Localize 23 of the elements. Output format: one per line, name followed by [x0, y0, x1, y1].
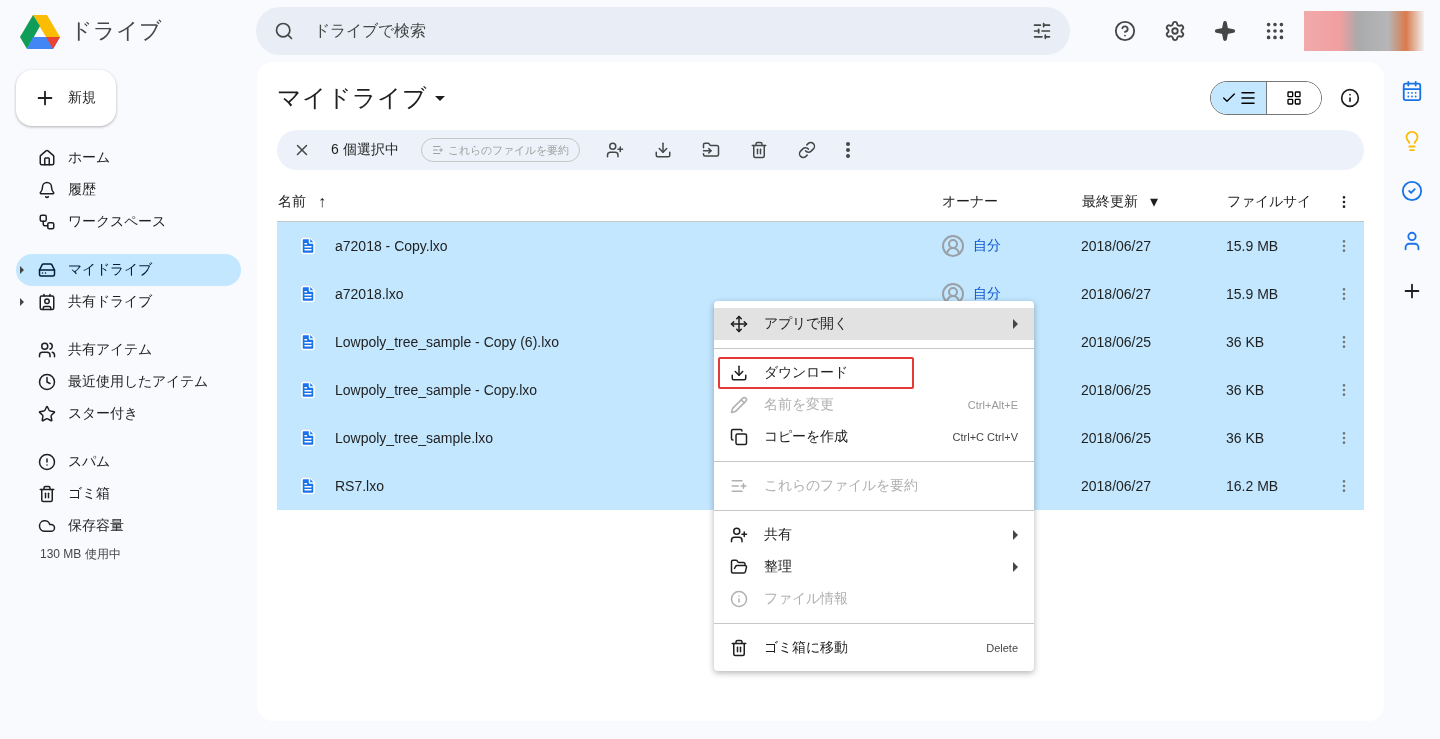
file-size: 36 KB	[1226, 381, 1266, 398]
modified-date: 2018/06/25	[1081, 429, 1153, 446]
file-size: 36 KB	[1226, 429, 1266, 446]
file-name: a72018 - Copy.lxo	[335, 237, 448, 254]
file-name: Lowpoly_tree_sample - Copy (6).lxo	[335, 333, 560, 350]
file-size: 15.9 MB	[1226, 237, 1280, 254]
modified-date: 2018/06/25	[1081, 381, 1153, 398]
file-size: 15.9 MB	[1226, 285, 1280, 302]
owner-name: 自分	[973, 284, 1001, 303]
storage-usage: 130 MB 使用中	[39, 546, 122, 563]
file-size: 36 KB	[1226, 333, 1266, 350]
file-name: Lowpoly_tree_sample - Copy.lxo	[335, 381, 538, 398]
file-size: 16.2 MB	[1226, 477, 1280, 494]
modified-date: 2018/06/25	[1081, 333, 1153, 350]
app-title: ドライブ	[70, 17, 162, 45]
selection-count: 6 個選択中	[331, 141, 399, 159]
modified-date: 2018/06/27	[1081, 237, 1153, 254]
modified-date: 2018/06/27	[1081, 477, 1153, 494]
owner-name: 自分	[973, 236, 1001, 255]
modified-date: 2018/06/27	[1081, 285, 1153, 302]
file-name: RS7.lxo	[335, 477, 385, 494]
file-name: a72018.lxo	[335, 285, 404, 302]
file-name: Lowpoly_tree_sample.lxo	[335, 429, 493, 446]
